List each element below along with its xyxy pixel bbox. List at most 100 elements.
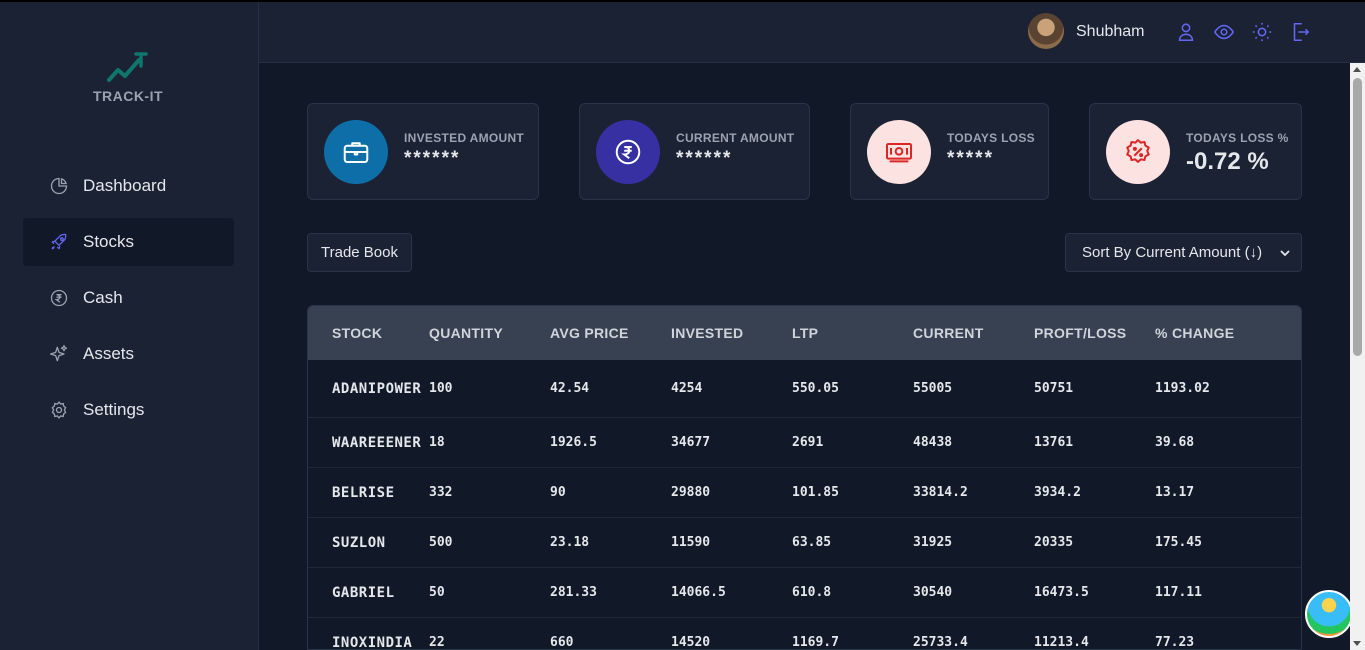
sidebar-item-assets[interactable]: Assets [23, 330, 234, 378]
column-header[interactable]: LTP [792, 325, 913, 341]
table-row[interactable]: BELRISE 332 90 29880 101.85 33814.2 3934.2 13.1… [308, 468, 1301, 518]
percent-badge-icon [1106, 120, 1170, 184]
column-header[interactable]: STOCK [308, 325, 429, 341]
card-value: ***** [947, 148, 994, 169]
table-cell: 175.45 [1155, 535, 1202, 550]
column-header[interactable]: QUANTITY [429, 325, 550, 341]
table-cell: 18 [429, 435, 445, 450]
stock-symbol: SUZLON [332, 534, 386, 551]
chevron-down-icon [1280, 250, 1290, 257]
card-value: -0.72 % [1186, 148, 1269, 175]
logout-icon[interactable] [1289, 21, 1311, 43]
rupee-icon [596, 120, 660, 184]
username: Shubham [1076, 23, 1145, 40]
briefcase-icon [324, 120, 388, 184]
table-row[interactable]: INOXINDIA 22 660 14520 1169.7 25733.4 11213.4 7… [308, 618, 1301, 650]
table-cell: 281.33 [550, 585, 597, 600]
sort-select-value: Sort By Current Amount (↓) [1082, 244, 1263, 261]
sun-icon[interactable] [1251, 21, 1273, 43]
table-row[interactable]: SUZLON 500 23.18 11590 63.85 31925 20335 175.45 [308, 518, 1301, 568]
table-cell: 23.18 [550, 535, 590, 550]
sparkles-icon [48, 343, 70, 365]
table-cell: 34677 [671, 435, 711, 450]
eye-icon[interactable] [1213, 21, 1235, 43]
table-header: STOCK QUANTITY AVG PRICE INVESTED LTP CU… [308, 306, 1301, 360]
sort-select[interactable]: Sort By Current Amount (↓) [1065, 233, 1302, 272]
user-icon[interactable] [1175, 21, 1197, 43]
card-title: CURRENT AMOUNT [676, 131, 795, 145]
avatar[interactable] [1028, 13, 1064, 49]
gear-icon [48, 399, 70, 421]
table-row[interactable]: WAAREEENER 18 1926.5 34677 2691 48438 13761 39.… [308, 418, 1301, 468]
table-cell: 42.54 [550, 381, 590, 396]
table-cell: 332 [429, 485, 453, 500]
floating-helper-button[interactable] [1305, 590, 1353, 638]
app-logo[interactable]: TRACK-IT [88, 50, 168, 104]
column-header[interactable]: % CHANGE [1155, 325, 1275, 341]
card-title: TODAYS LOSS [947, 131, 1035, 145]
sidebar: TRACK-IT Dashboard Stocks Cash Assets Se… [0, 2, 259, 650]
card-todays-loss: TODAYS LOSS ***** [850, 103, 1049, 200]
table-cell: 610.8 [792, 585, 832, 600]
table-row[interactable]: ADANIPOWER 100 42.54 4254 550.05 55005 50751 11… [308, 360, 1301, 418]
card-current-amount: CURRENT AMOUNT ****** [579, 103, 810, 200]
table-cell: 14066.5 [671, 585, 726, 600]
sidebar-item-cash[interactable]: Cash [23, 274, 234, 322]
table-cell: 14520 [671, 635, 711, 650]
card-todays-loss-percent: TODAYS LOSS % -0.72 % [1089, 103, 1302, 200]
sidebar-item-dashboard[interactable]: Dashboard [23, 162, 234, 210]
table-cell: 1169.7 [792, 635, 839, 650]
column-header[interactable]: AVG PRICE [550, 325, 671, 341]
scroll-down-arrow[interactable] [1353, 641, 1361, 646]
table-cell: 660 [550, 635, 574, 650]
table-cell: 63.85 [792, 535, 832, 550]
sidebar-item-label: Cash [83, 288, 123, 307]
column-header[interactable]: CURRENT [913, 325, 1034, 341]
sidebar-item-label: Stocks [83, 232, 135, 251]
table-cell: 550.05 [792, 381, 839, 396]
scroll-up-arrow[interactable] [1353, 67, 1361, 72]
table-cell: 22 [429, 635, 445, 650]
table-cell: 1926.5 [550, 435, 597, 450]
table-cell: 77.23 [1155, 635, 1195, 650]
table-cell: 55005 [913, 381, 953, 396]
sidebar-item-settings[interactable]: Settings [23, 386, 234, 434]
table-cell: 20335 [1034, 535, 1074, 550]
stock-symbol: INOXINDIA [332, 634, 413, 650]
table-cell: 48438 [913, 435, 953, 450]
table-cell: 13.17 [1155, 485, 1195, 500]
table-cell: 1193.02 [1155, 381, 1210, 396]
card-title: TODAYS LOSS % [1186, 131, 1289, 145]
sidebar-item-label: Dashboard [83, 176, 167, 195]
rupee-circle-icon [48, 287, 70, 309]
sidebar-item-label: Assets [83, 344, 135, 363]
banknote-icon [867, 120, 931, 184]
sidebar-nav: Dashboard Stocks Cash Assets Settings [23, 162, 234, 442]
column-header[interactable]: INVESTED [671, 325, 792, 341]
stock-symbol: ADANIPOWER [332, 380, 422, 397]
page-scrollbar[interactable] [1350, 63, 1365, 650]
table-cell: 500 [429, 535, 453, 550]
table-cell: 11213.4 [1034, 635, 1089, 650]
stock-symbol: WAAREEENER [332, 434, 422, 451]
holdings-table: STOCK QUANTITY AVG PRICE INVESTED LTP CU… [307, 305, 1302, 650]
table-cell: 13761 [1034, 435, 1074, 450]
table-cell: 50751 [1034, 381, 1074, 396]
trade-book-button[interactable]: Trade Book [307, 233, 412, 272]
table-cell: 25733.4 [913, 635, 968, 650]
card-value: ****** [676, 148, 733, 169]
stock-symbol: GABRIEL [332, 584, 395, 601]
card-value: ****** [404, 148, 461, 169]
table-cell: 11590 [671, 535, 711, 550]
table-body: ADANIPOWER 100 42.54 4254 550.05 55005 50751 11… [308, 360, 1301, 650]
table-cell: 31925 [913, 535, 953, 550]
table-cell: 16473.5 [1034, 585, 1089, 600]
sidebar-item-stocks[interactable]: Stocks [23, 218, 234, 266]
table-row[interactable]: GABRIEL 50 281.33 14066.5 610.8 30540 16473.5 1… [308, 568, 1301, 618]
table-cell: 101.85 [792, 485, 839, 500]
table-cell: 29880 [671, 485, 711, 500]
top-header: Shubham [259, 2, 1365, 63]
column-header[interactable]: PROFT/LOSS [1034, 325, 1155, 341]
table-cell: 90 [550, 485, 566, 500]
scrollbar-thumb[interactable] [1353, 78, 1362, 356]
